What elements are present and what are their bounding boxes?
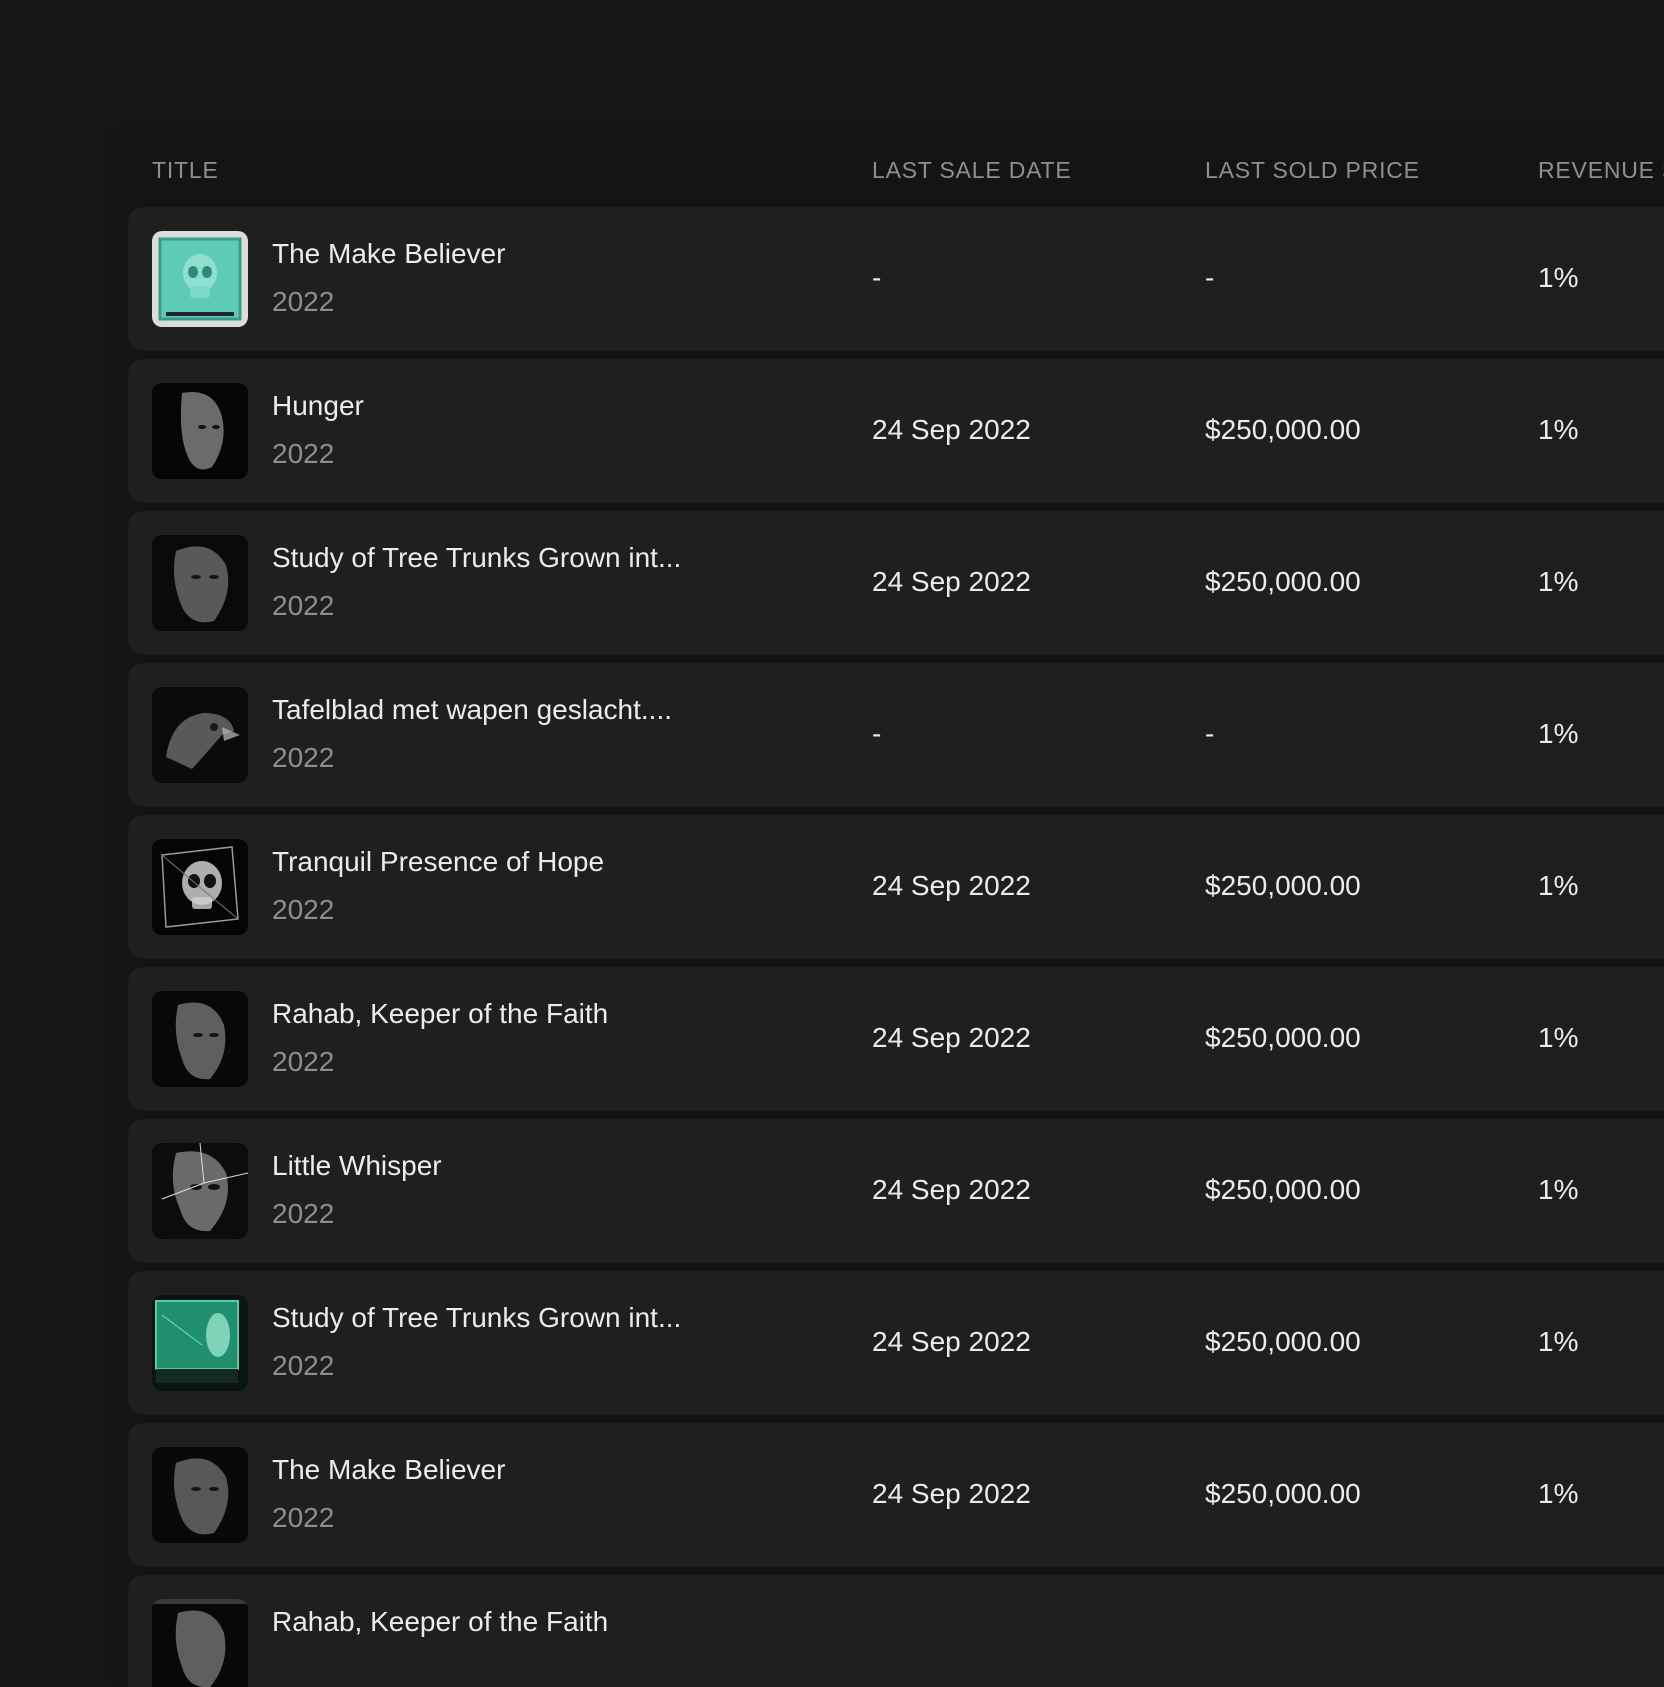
revenue-share: 1% [1538, 566, 1579, 597]
artwork-year: 2022 [272, 742, 335, 773]
last-sold-price: - [1205, 718, 1215, 749]
artwork-year: 2022 [272, 438, 335, 469]
revenue-share: 1% [1538, 1478, 1579, 1509]
last-sale-date: - [872, 718, 882, 749]
last-sale-date: - [872, 262, 882, 293]
last-sold-price: $250,000.00 [1205, 1478, 1361, 1509]
artwork-year: 2022 [272, 1198, 335, 1229]
table-row[interactable]: Rahab, Keeper of the Faith 2022 24 Sep 2… [128, 967, 1664, 1111]
artwork-year: 2022 [272, 1350, 335, 1381]
artwork-title[interactable]: Little Whisper [272, 1150, 442, 1182]
artwork-title[interactable]: Tranquil Presence of Hope [272, 846, 604, 878]
last-sale-date: 24 Sep 2022 [872, 1022, 1031, 1053]
column-header-revenue[interactable]: REVENUE S [1538, 157, 1664, 184]
table-row[interactable]: Tafelblad met wapen geslacht.... 2022 - … [128, 663, 1664, 807]
last-sale-date: 24 Sep 2022 [872, 1478, 1031, 1509]
artwork-thumbnail [152, 231, 248, 327]
last-sale-date: 24 Sep 2022 [872, 870, 1031, 901]
column-header-last-sale-date[interactable]: LAST SALE DATE [872, 157, 1072, 184]
artwork-title[interactable]: Hunger [272, 390, 364, 422]
table-row[interactable]: The Make Believer 2022 - - 1% [128, 207, 1664, 351]
last-sold-price: $250,000.00 [1205, 870, 1361, 901]
table-row[interactable]: Study of Tree Trunks Grown int... 2022 2… [128, 511, 1664, 655]
artwork-year: 2022 [272, 1502, 335, 1533]
column-header-last-sold-price[interactable]: LAST SOLD PRICE [1205, 157, 1420, 184]
artwork-thumbnail [152, 839, 248, 935]
revenue-share: 1% [1538, 1174, 1579, 1205]
artworks-table: TITLE LAST SALE DATE LAST SOLD PRICE REV… [104, 127, 1664, 1687]
last-sold-price: - [1205, 262, 1215, 293]
artwork-thumbnail [152, 1599, 248, 1687]
artwork-title[interactable]: The Make Believer [272, 1454, 505, 1486]
artwork-title[interactable]: Rahab, Keeper of the Faith [272, 998, 608, 1030]
revenue-share: 1% [1538, 1326, 1579, 1357]
last-sale-date: 24 Sep 2022 [872, 1174, 1031, 1205]
table-row[interactable]: Tranquil Presence of Hope 2022 24 Sep 20… [128, 815, 1664, 959]
table-row[interactable]: The Make Believer 2022 24 Sep 2022 $250,… [128, 1423, 1664, 1567]
revenue-share: 1% [1538, 262, 1579, 293]
last-sold-price: $250,000.00 [1205, 566, 1361, 597]
artwork-year: 2022 [272, 894, 335, 925]
artwork-title[interactable]: Rahab, Keeper of the Faith [272, 1606, 608, 1638]
last-sold-price: $250,000.00 [1205, 1022, 1361, 1053]
revenue-share: 1% [1538, 870, 1579, 901]
artwork-title[interactable]: Study of Tree Trunks Grown int... [272, 542, 681, 574]
revenue-share: 1% [1538, 414, 1579, 445]
table-row[interactable]: Hunger 2022 24 Sep 2022 $250,000.00 1% [128, 359, 1664, 503]
artwork-year: 2022 [272, 590, 335, 621]
artwork-thumbnail [152, 991, 248, 1087]
last-sale-date: 24 Sep 2022 [872, 1326, 1031, 1357]
last-sold-price: $250,000.00 [1205, 414, 1361, 445]
table-row[interactable]: Little Whisper 2022 24 Sep 2022 $250,000… [128, 1119, 1664, 1263]
column-header-title[interactable]: TITLE [152, 157, 219, 184]
last-sale-date: 24 Sep 2022 [872, 566, 1031, 597]
artwork-title[interactable]: Tafelblad met wapen geslacht.... [272, 694, 672, 726]
artwork-thumbnail [152, 1447, 248, 1543]
revenue-share: 1% [1538, 1022, 1579, 1053]
table-header: TITLE LAST SALE DATE LAST SOLD PRICE REV… [104, 127, 1664, 207]
table-row[interactable]: Study of Tree Trunks Grown int... 2022 2… [128, 1271, 1664, 1415]
artwork-thumbnail [152, 383, 248, 479]
last-sale-date: 24 Sep 2022 [872, 414, 1031, 445]
artwork-thumbnail [152, 535, 248, 631]
revenue-share: 1% [1538, 718, 1579, 749]
artwork-thumbnail [152, 1295, 248, 1391]
artwork-title[interactable]: The Make Believer [272, 238, 505, 270]
artwork-title[interactable]: Study of Tree Trunks Grown int... [272, 1302, 681, 1334]
last-sold-price: $250,000.00 [1205, 1174, 1361, 1205]
artwork-thumbnail [152, 1143, 248, 1239]
artwork-thumbnail [152, 687, 248, 783]
artwork-year: 2022 [272, 286, 335, 317]
table-body: The Make Believer 2022 - - 1% Hunger 202… [128, 207, 1664, 1687]
artwork-year: 2022 [272, 1046, 335, 1077]
table-row[interactable]: Rahab, Keeper of the Faith [128, 1575, 1664, 1687]
last-sold-price: $250,000.00 [1205, 1326, 1361, 1357]
